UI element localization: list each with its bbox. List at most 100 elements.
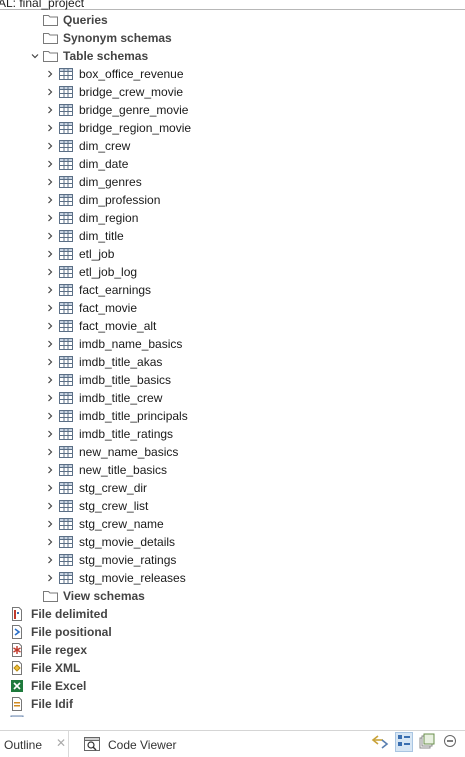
tree-table-item[interactable]: imdb_name_basics <box>0 335 465 353</box>
chevron-right-icon[interactable] <box>46 322 54 330</box>
tree-table-item[interactable]: new_name_basics <box>0 443 465 461</box>
chevron-right-icon[interactable] <box>46 160 54 168</box>
tree-table-item[interactable]: stg_crew_list <box>0 497 465 515</box>
tree-table-item[interactable]: dim_crew <box>0 137 465 155</box>
tree-table-item[interactable]: stg_movie_details <box>0 533 465 551</box>
repository-header: AL: final_project <box>0 0 465 10</box>
chevron-right-icon[interactable] <box>46 286 54 294</box>
chevron-right-icon[interactable] <box>46 142 54 150</box>
tree-table-item[interactable]: bridge_crew_movie <box>0 83 465 101</box>
chevron-right-icon[interactable] <box>46 178 54 186</box>
tree-table-item[interactable]: stg_movie_releases <box>0 569 465 587</box>
tree-table-item[interactable]: imdb_title_ratings <box>0 425 465 443</box>
table-icon <box>59 392 73 404</box>
tree-file-item[interactable]: File Excel <box>0 677 465 695</box>
tree-table-label: etl_job_log <box>79 265 138 279</box>
table-icon <box>59 410 73 422</box>
tree-table-label: dim_title <box>79 229 124 243</box>
tree-table-label: bridge_genre_movie <box>79 103 189 117</box>
chevron-right-icon[interactable] <box>46 376 54 384</box>
tree-table-item[interactable]: fact_movie <box>0 299 465 317</box>
table-icon <box>59 104 73 116</box>
tree-table-item[interactable]: stg_movie_ratings <box>0 551 465 569</box>
link-with-editor-button[interactable] <box>371 732 389 752</box>
tree-table-label: stg_movie_ratings <box>79 553 177 567</box>
tree-table-item[interactable]: box_office_revenue <box>0 65 465 83</box>
repository-tree[interactable]: Queries Synonym schemas Table schemas box_o… <box>0 11 465 717</box>
tree-table-item[interactable]: imdb_title_basics <box>0 371 465 389</box>
chevron-right-icon[interactable] <box>46 196 54 204</box>
chevron-right-icon[interactable] <box>46 538 54 546</box>
chevron-down-icon[interactable] <box>31 52 39 60</box>
tree-table-item[interactable]: imdb_title_crew <box>0 389 465 407</box>
tree-table-label: fact_movie_alt <box>79 319 157 333</box>
tree-file-item[interactable]: File delimited <box>0 605 465 623</box>
chevron-right-icon[interactable] <box>46 394 54 402</box>
tree-table-label: etl_job <box>79 247 115 261</box>
chevron-right-icon[interactable] <box>46 448 54 456</box>
tree-table-item[interactable]: dim_title <box>0 227 465 245</box>
tree-file-label: File XML <box>31 661 81 675</box>
chevron-right-icon[interactable] <box>46 520 54 528</box>
tree-file-item[interactable]: File positional <box>0 623 465 641</box>
tree-table-label: dim_region <box>79 211 139 225</box>
chevron-right-icon[interactable] <box>46 502 54 510</box>
chevron-right-icon[interactable] <box>46 214 54 222</box>
tree-file-item[interactable]: File XML <box>0 659 465 677</box>
chevron-right-icon[interactable] <box>46 70 54 78</box>
tree-table-item[interactable]: bridge_region_movie <box>0 119 465 137</box>
close-icon[interactable]: ✕ <box>56 736 66 750</box>
tree-file-label: File Excel <box>31 679 87 693</box>
chevron-right-icon[interactable] <box>46 340 54 348</box>
tree-table-item[interactable]: dim_genres <box>0 173 465 191</box>
tree-table-item[interactable]: fact_movie_alt <box>0 317 465 335</box>
chevron-right-icon[interactable] <box>46 574 54 582</box>
chevron-right-icon[interactable] <box>46 466 54 474</box>
tree-table-item[interactable]: imdb_title_principals <box>0 407 465 425</box>
chevron-right-icon[interactable] <box>46 430 54 438</box>
chevron-right-icon[interactable] <box>46 106 54 114</box>
tab-outline[interactable]: Outline ✕ <box>0 731 69 757</box>
chevron-right-icon[interactable] <box>46 250 54 258</box>
tree-table-item[interactable]: bridge_genre_movie <box>0 101 465 119</box>
tree-table-label: dim_genres <box>79 175 142 189</box>
chevron-right-icon[interactable] <box>46 268 54 276</box>
tree-file-item[interactable]: File regex <box>0 641 465 659</box>
tree-table-item[interactable]: etl_job_log <box>0 263 465 281</box>
chevron-right-icon[interactable] <box>46 232 54 240</box>
file-delimited-icon <box>10 607 24 621</box>
tree-table-item[interactable]: dim_profession <box>0 191 465 209</box>
tree-table-item[interactable]: stg_crew_dir <box>0 479 465 497</box>
tree-table-item[interactable]: new_title_basics <box>0 461 465 479</box>
tree-folder[interactable]: View schemas <box>0 587 465 605</box>
chevron-right-icon[interactable] <box>46 412 54 420</box>
chevron-right-icon[interactable] <box>46 358 54 366</box>
chevron-right-icon[interactable] <box>46 556 54 564</box>
tree-table-item[interactable]: stg_crew_name <box>0 515 465 533</box>
folder-icon <box>43 590 58 602</box>
tree-table-item[interactable]: etl_job <box>0 245 465 263</box>
table-icon <box>59 230 73 242</box>
tree-table-item[interactable]: imdb_title_akas <box>0 353 465 371</box>
chevron-right-icon[interactable] <box>46 124 54 132</box>
tree-table-item[interactable]: dim_region <box>0 209 465 227</box>
tree-table-item[interactable]: dim_date <box>0 155 465 173</box>
project-title: AL: final_project <box>0 0 85 10</box>
tree-folder[interactable]: Queries <box>0 11 465 29</box>
tree-table-label: stg_movie_releases <box>79 571 186 585</box>
tree-file-item[interactable]: File Idif <box>0 695 465 713</box>
show-tree-button[interactable] <box>395 732 413 752</box>
minimize-button[interactable] <box>441 732 459 752</box>
tree-table-item[interactable]: fact_earnings <box>0 281 465 299</box>
chevron-right-icon[interactable] <box>46 484 54 492</box>
tab-code-viewer[interactable]: Code Viewer <box>80 731 200 757</box>
chevron-right-icon[interactable] <box>46 88 54 96</box>
chevron-right-icon[interactable] <box>46 304 54 312</box>
folder-icon <box>43 50 58 62</box>
tree-folder[interactable]: Table schemas <box>0 47 465 65</box>
tree-table-label: dim_date <box>79 157 129 171</box>
tree-file-item[interactable] <box>0 713 465 717</box>
tree-folder[interactable]: Synonym schemas <box>0 29 465 47</box>
collapse-button[interactable] <box>418 732 436 752</box>
tab-code-viewer-label: Code Viewer <box>108 738 177 752</box>
